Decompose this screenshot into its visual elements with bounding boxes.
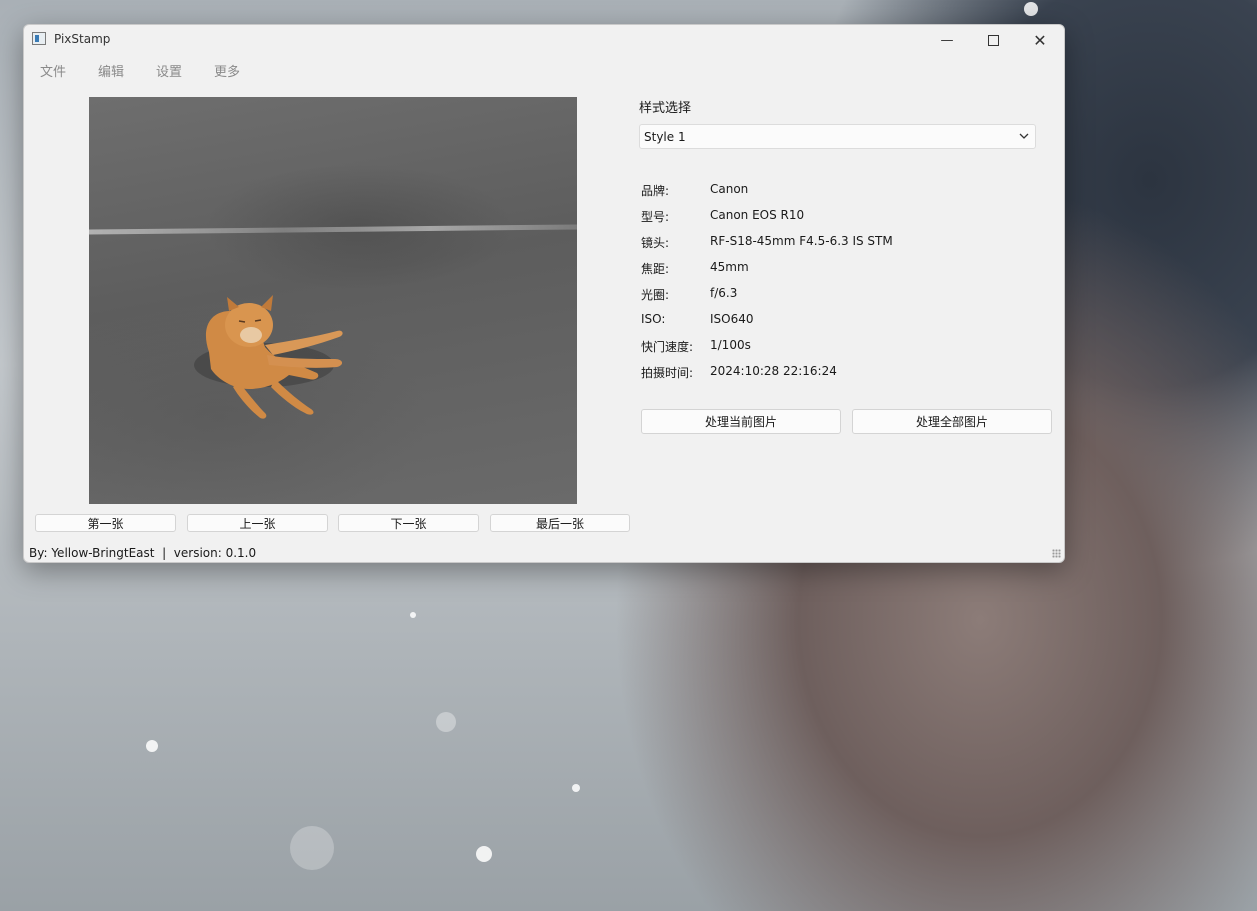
resize-grip-icon[interactable] <box>1052 549 1061 558</box>
exif-aperture-value: f/6.3 <box>710 286 738 300</box>
snowflake <box>476 846 492 862</box>
style-select[interactable]: Style 1 <box>639 124 1036 149</box>
maximize-icon <box>987 34 999 46</box>
exif-brand-label: 品牌: <box>641 184 670 198</box>
next-image-button[interactable]: 下一张 <box>338 514 479 532</box>
menu-file[interactable]: 文件 <box>40 61 66 80</box>
maximize-button[interactable] <box>970 25 1016 55</box>
window-title: PixStamp <box>54 32 111 46</box>
exif-model-label: 型号: <box>641 210 670 224</box>
close-icon: ✕ <box>1033 30 1047 50</box>
snowflake <box>290 826 334 870</box>
exif-lens-label: 镜头: <box>641 236 670 250</box>
app-window: PixStamp — ✕ 文件 编辑 设置 更多 第一张 上一张 下一张 最后一… <box>23 24 1065 563</box>
process-current-button[interactable]: 处理当前图片 <box>641 409 841 434</box>
menu-bar: 文件 编辑 设置 更多 <box>24 55 624 83</box>
previous-image-button[interactable]: 上一张 <box>187 514 328 532</box>
exif-shutter-value: 1/100s <box>710 338 751 352</box>
chevron-down-icon <box>1019 133 1029 139</box>
exif-lens-value: RF-S18-45mm F4.5-6.3 IS STM <box>710 234 893 248</box>
menu-settings[interactable]: 设置 <box>156 61 182 80</box>
exif-aperture-label: 光圈: <box>641 288 670 302</box>
snowflake <box>572 784 580 792</box>
style-select-label: 样式选择 <box>639 101 692 116</box>
snowflake <box>410 612 416 618</box>
last-image-button[interactable]: 最后一张 <box>490 514 630 532</box>
menu-more[interactable]: 更多 <box>214 61 240 80</box>
menu-edit[interactable]: 编辑 <box>98 61 124 80</box>
exif-focal-length-label: 焦距: <box>641 262 670 276</box>
first-image-button[interactable]: 第一张 <box>35 514 176 532</box>
title-bar[interactable]: PixStamp — ✕ <box>24 25 1064 55</box>
app-icon <box>32 32 46 45</box>
process-all-button[interactable]: 处理全部图片 <box>852 409 1052 434</box>
exif-model-value: Canon EOS R10 <box>710 208 805 222</box>
snowflake <box>436 712 456 732</box>
status-bar-text: By: Yellow-BringtEast | version: 0.1.0 <box>29 546 257 560</box>
exif-iso-label: ISO: <box>641 312 666 326</box>
minimize-icon: — <box>940 32 954 48</box>
image-preview <box>88 97 578 504</box>
close-button[interactable]: ✕ <box>1017 25 1063 55</box>
cat-photo-subject <box>194 295 343 419</box>
exif-focal-length-value: 45mm <box>710 260 749 274</box>
snowflake <box>146 740 158 752</box>
exif-datetime-value: 2024:10:28 22:16:24 <box>710 364 837 378</box>
snowflake <box>1024 2 1038 16</box>
exif-iso-value: ISO640 <box>710 312 754 326</box>
exif-datetime-label: 拍摄时间: <box>641 366 694 380</box>
minimize-button[interactable]: — <box>924 25 970 55</box>
exif-shutter-label: 快门速度: <box>641 340 694 354</box>
style-select-value: Style 1 <box>644 130 686 144</box>
exif-brand-value: Canon <box>710 182 749 196</box>
